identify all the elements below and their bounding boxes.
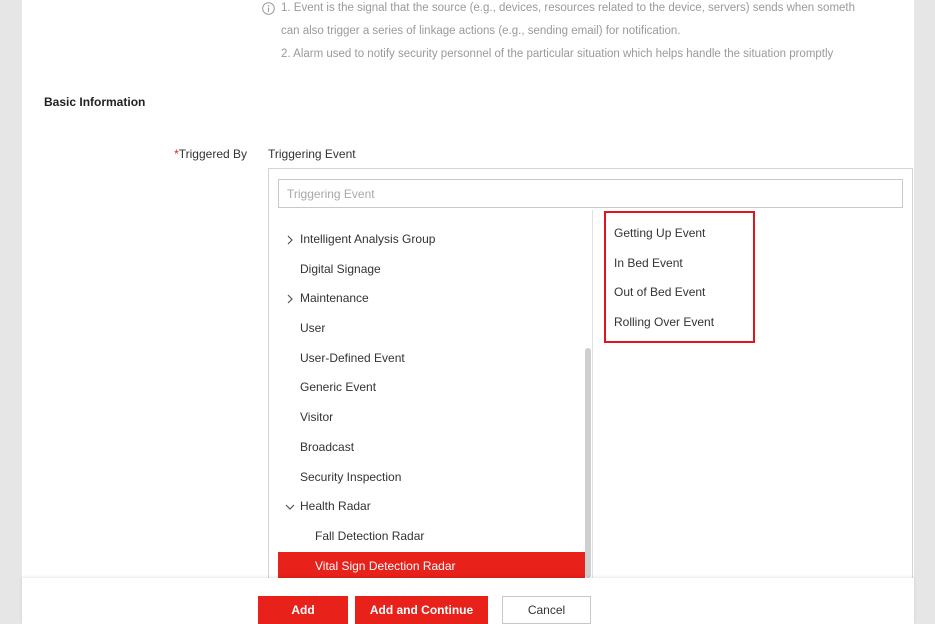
tree-item-label: Health Radar xyxy=(300,499,371,514)
tree-item-security-inspection[interactable]: Security Inspection xyxy=(278,463,585,493)
tree-item-generic-event[interactable]: Generic Event xyxy=(278,373,585,403)
highlight-annotation-box xyxy=(604,211,755,343)
tree-item-label: User-Defined Event xyxy=(300,350,405,365)
tree-item-intelligent-analysis-group[interactable]: Intelligent Analysis Group xyxy=(278,225,585,255)
chevron-down-icon[interactable] xyxy=(285,502,295,512)
tree-item-label: Intelligent Analysis Group xyxy=(300,232,436,246)
triggered-by-value: Triggering Event xyxy=(268,147,356,161)
tree-item-label: Digital Signage xyxy=(300,261,381,276)
tree-item-vital-sign-detection-radar[interactable]: Vital Sign Detection Radar xyxy=(278,551,585,578)
triggered-by-label-text: Triggered By xyxy=(178,147,247,161)
tree-item-visitor[interactable]: Visitor xyxy=(278,403,585,433)
tree-scrollbar-thumb[interactable] xyxy=(585,348,591,578)
tree-item-label: Broadcast xyxy=(300,439,355,454)
tree-item-label: Vital Sign Detection Radar xyxy=(315,558,456,573)
tree-item-digital-signage[interactable]: Digital Signage xyxy=(278,255,585,285)
chevron-right-icon[interactable] xyxy=(285,235,295,245)
cancel-button[interactable]: Cancel xyxy=(502,596,591,624)
tree-item-label: Maintenance xyxy=(300,291,369,306)
section-heading-basic-information: Basic Information xyxy=(44,95,146,109)
info-circle-icon xyxy=(262,2,275,15)
tree-item-broadcast[interactable]: Broadcast xyxy=(278,433,585,463)
info-notes: 1. Event is the signal that the source (… xyxy=(281,0,914,66)
tree-item-user-defined-event[interactable]: User-Defined Event xyxy=(278,344,585,374)
panel-divider xyxy=(592,210,593,578)
event-picker: Intelligent Analysis Group Digital Signa… xyxy=(268,168,913,624)
event-search-input[interactable] xyxy=(278,179,903,208)
tree-item-health-radar[interactable]: Health Radar xyxy=(278,492,585,522)
event-category-tree: Intelligent Analysis Group Digital Signa… xyxy=(278,225,585,578)
info-line: 2. Alarm used to notify security personn… xyxy=(281,48,834,60)
triggered-by-label: *Triggered By xyxy=(140,146,247,162)
tree-item-label: User xyxy=(300,321,326,336)
footer-action-bar: Add Add and Continue Cancel xyxy=(22,578,914,624)
tree-item-label: Visitor xyxy=(300,410,334,425)
add-and-continue-button[interactable]: Add and Continue xyxy=(355,596,488,624)
tree-item-fall-detection-radar[interactable]: Fall Detection Radar xyxy=(278,522,585,552)
info-line: 1. Event is the signal that the source (… xyxy=(281,2,856,14)
tree-item-label: Generic Event xyxy=(300,380,377,395)
tree-item-maintenance[interactable]: Maintenance xyxy=(278,284,585,314)
tree-item-label: Fall Detection Radar xyxy=(315,528,425,543)
info-line: can also trigger a series of linkage act… xyxy=(281,25,681,37)
tree-item-label: Security Inspection xyxy=(300,469,402,484)
tree-item-user[interactable]: User xyxy=(278,314,585,344)
chevron-right-icon[interactable] xyxy=(285,294,295,304)
add-button[interactable]: Add xyxy=(258,596,348,624)
